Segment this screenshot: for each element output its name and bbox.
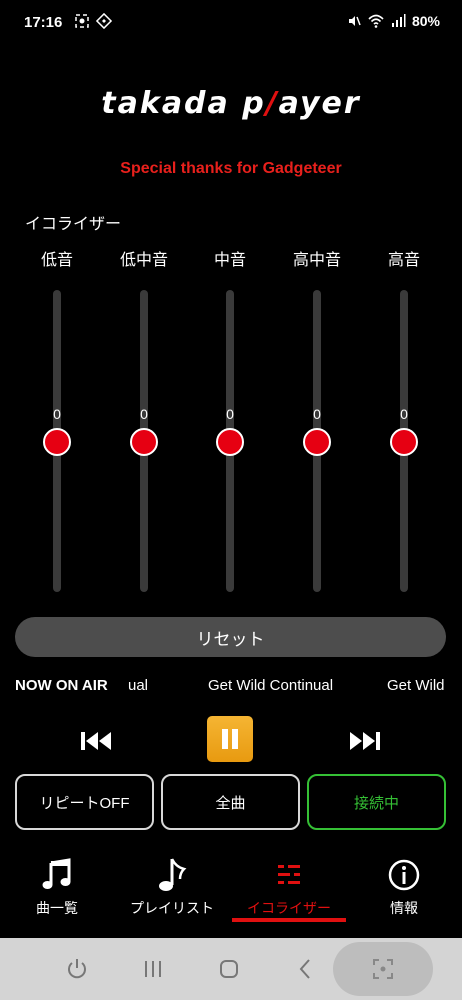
equalizer-title: イコライザー (25, 216, 122, 233)
status-notification-icons (74, 13, 112, 29)
nav-label: 情報 (390, 900, 418, 916)
info-icon (388, 859, 420, 891)
recent-apps-button[interactable] (138, 954, 168, 984)
eq-slider-low-mid[interactable]: 0 (124, 290, 164, 592)
screen-capture-button[interactable] (333, 942, 433, 996)
next-button[interactable] (345, 724, 385, 758)
slider-thumb[interactable] (43, 428, 71, 456)
sync-icon (96, 13, 112, 29)
now-on-air-label: NOW ON AIR (15, 677, 108, 694)
music-notes-icon (42, 858, 71, 889)
connected-button[interactable]: 接続中 (307, 774, 446, 830)
logo-main-text: takada p (101, 86, 266, 121)
recent-apps-icon (145, 961, 161, 977)
signal-icon (391, 14, 406, 27)
all-songs-button[interactable]: 全曲 (161, 774, 300, 830)
app-logo: takada p/ayer (0, 86, 462, 121)
slider-thumb[interactable] (303, 428, 331, 456)
band-label-low-mid: 低中音 (119, 252, 168, 269)
nav-info[interactable]: 情報 (349, 854, 459, 924)
slider-thumb[interactable] (390, 428, 418, 456)
capture-frame-icon (373, 959, 393, 979)
power-icon (68, 959, 86, 979)
nav-label: 曲一覧 (36, 900, 78, 916)
logo-accent-text: / (265, 86, 279, 121)
eq-slider-mid[interactable]: 0 (210, 290, 250, 592)
mute-icon (348, 16, 361, 26)
band-label-treble: 高音 (387, 252, 420, 269)
pause-icon (222, 729, 238, 749)
skip-next-icon (350, 732, 380, 750)
band-label-bass: 低音 (40, 252, 73, 269)
marquee-text: Get Wild (387, 677, 445, 694)
slider-value: 0 (226, 406, 234, 422)
marquee-text: Get Wild Continual (208, 677, 334, 694)
status-time: 17:16 (24, 14, 63, 31)
eq-slider-bass[interactable]: 0 (37, 290, 77, 592)
eq-slider-high-mid[interactable]: 0 (297, 290, 337, 592)
battery-level: 80% (411, 13, 440, 29)
status-bar: 17:16 80% (0, 0, 462, 46)
back-button[interactable] (290, 954, 320, 984)
logo-end-text: ayer (278, 86, 361, 121)
repeat-off-button[interactable]: リピートOFF (15, 774, 154, 830)
power-button[interactable] (62, 954, 92, 984)
equalizer-icon (278, 865, 300, 884)
previous-button[interactable] (76, 724, 116, 758)
reset-button[interactable]: リセット (15, 617, 446, 657)
band-label-high-mid: 高中音 (292, 252, 341, 269)
slider-value: 0 (313, 406, 321, 422)
marquee-text: ual (128, 677, 149, 694)
slider-thumb[interactable] (130, 428, 158, 456)
active-tab-indicator (232, 918, 346, 922)
pause-button[interactable] (207, 716, 253, 762)
nav-label: プレイリスト (130, 900, 214, 916)
home-icon (220, 960, 238, 978)
nav-song-list[interactable]: 曲一覧 (2, 854, 112, 924)
music-note-icon (159, 858, 187, 891)
slider-value: 0 (400, 406, 408, 422)
status-system-icons: 80% (346, 13, 440, 29)
system-navigation-bar (0, 938, 462, 1000)
screen-capture-icon (75, 14, 89, 28)
wifi-icon (368, 14, 384, 28)
nav-label: イコライザー (247, 900, 331, 916)
eq-slider-treble[interactable]: 0 (384, 290, 424, 592)
track-marquee: ual Get Wild Continual Get Wild (120, 677, 446, 697)
slider-value: 0 (140, 406, 148, 422)
slider-thumb[interactable] (216, 428, 244, 456)
nav-equalizer[interactable]: イコライザー (234, 854, 344, 924)
special-thanks-text: Special thanks for Gadgeteer (120, 160, 342, 177)
home-button[interactable] (214, 954, 244, 984)
skip-previous-icon (81, 732, 111, 750)
back-icon (299, 959, 310, 979)
slider-value: 0 (53, 406, 61, 422)
band-label-mid: 中音 (213, 252, 246, 269)
nav-playlist[interactable]: プレイリスト (117, 854, 227, 924)
